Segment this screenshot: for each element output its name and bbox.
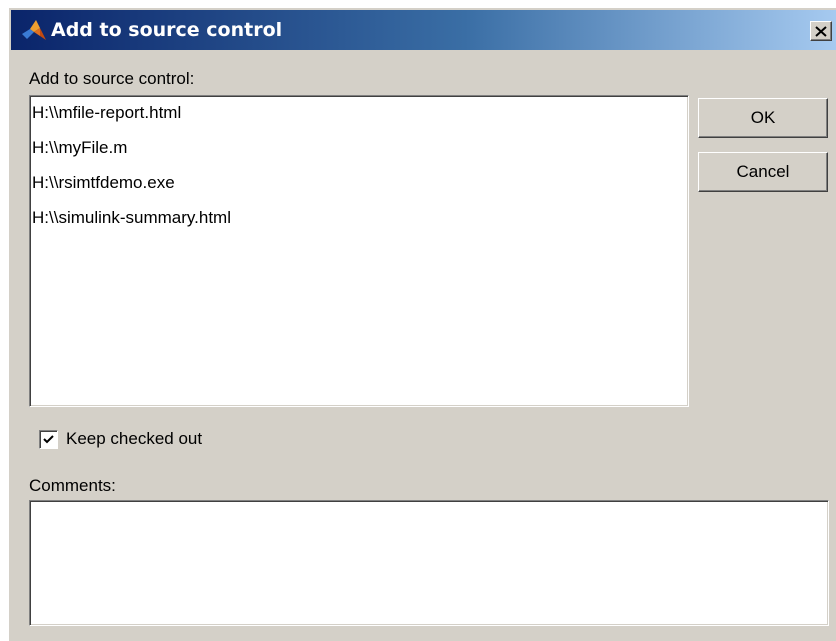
- dialog-title: Add to source control: [51, 19, 283, 41]
- comments-field[interactable]: [29, 500, 829, 626]
- ok-button[interactable]: OK: [698, 98, 828, 138]
- list-item[interactable]: H:\\rsimtfdemo.exe: [32, 172, 688, 207]
- keep-checked-out-label: Keep checked out: [66, 429, 203, 448]
- list-item[interactable]: H:\\simulink-summary.html: [32, 207, 688, 242]
- close-button[interactable]: [810, 21, 832, 41]
- close-icon: [815, 25, 827, 37]
- keep-checked-out-checkbox[interactable]: [39, 430, 58, 449]
- checkmark-icon: [43, 435, 54, 444]
- title-bar[interactable]: Add to source control: [11, 10, 836, 50]
- add-to-source-control-dialog: Add to source control Add to source cont…: [8, 7, 836, 641]
- matlab-logo-icon: [21, 18, 47, 42]
- files-list-label: Add to source control:: [29, 69, 195, 88]
- files-listbox[interactable]: H:\\mfile-report.html H:\\myFile.m H:\\r…: [29, 95, 689, 407]
- comments-label: Comments:: [29, 476, 116, 495]
- list-item[interactable]: H:\\mfile-report.html: [32, 102, 688, 137]
- cancel-button[interactable]: Cancel: [698, 152, 828, 192]
- list-item[interactable]: H:\\myFile.m: [32, 137, 688, 172]
